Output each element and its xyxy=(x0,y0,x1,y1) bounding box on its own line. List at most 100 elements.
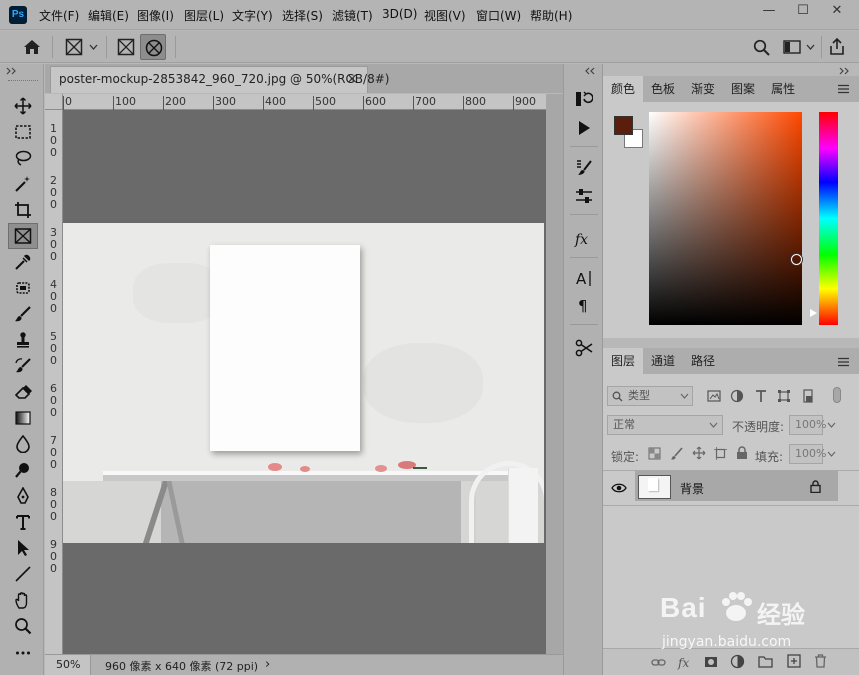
ruler-origin[interactable] xyxy=(45,94,63,110)
crop-tool[interactable] xyxy=(8,198,38,222)
eyedropper-tool[interactable] xyxy=(8,250,38,274)
workspace-icon[interactable] xyxy=(783,40,801,54)
lock-pixels-icon[interactable] xyxy=(671,447,684,460)
layer-mask-icon[interactable] xyxy=(704,655,718,669)
frame-tool[interactable] xyxy=(8,223,38,249)
tab-layers[interactable]: 图层 xyxy=(603,348,644,374)
character-panel-button[interactable]: A xyxy=(572,266,596,290)
adjustment-filter-icon[interactable] xyxy=(730,389,744,403)
share-icon[interactable] xyxy=(828,37,846,56)
adjustments-button[interactable] xyxy=(572,184,596,208)
move-tool[interactable] xyxy=(8,94,38,118)
spot-healing-tool[interactable] xyxy=(8,276,38,300)
tab-gradients[interactable]: 渐变 xyxy=(683,76,723,102)
adjustment-layer-icon[interactable] xyxy=(730,654,745,669)
close-window-button[interactable]: ✕ xyxy=(820,0,854,22)
tab-color[interactable]: 颜色 xyxy=(603,76,644,102)
minimize-button[interactable]: — xyxy=(752,0,786,22)
menu-select[interactable]: 选择(S) xyxy=(282,7,323,24)
marquee-tool[interactable] xyxy=(8,120,38,144)
gradient-tool[interactable] xyxy=(8,406,38,430)
eraser-tool[interactable] xyxy=(8,380,38,404)
chevron-down-icon[interactable] xyxy=(89,43,98,51)
chevron-down-icon[interactable] xyxy=(827,422,836,429)
blur-tool[interactable] xyxy=(8,432,38,456)
layer-row[interactable]: 背景 xyxy=(603,471,859,506)
frame-tool-preset-icon[interactable] xyxy=(65,38,83,56)
tab-properties[interactable]: 属性 xyxy=(763,76,803,102)
menu-view[interactable]: 视图(V) xyxy=(424,7,466,24)
pixel-layer-filter-icon[interactable] xyxy=(707,389,721,403)
blend-mode-select[interactable]: 正常 xyxy=(607,415,723,435)
lasso-tool[interactable] xyxy=(8,146,38,170)
vertical-scrollbar[interactable] xyxy=(546,94,563,654)
pen-tool[interactable] xyxy=(8,484,38,508)
status-menu-arrow[interactable]: › xyxy=(265,657,270,672)
color-field[interactable] xyxy=(649,112,802,325)
link-layers-icon[interactable] xyxy=(651,657,666,668)
eye-icon[interactable] xyxy=(611,482,627,494)
brush-tool[interactable] xyxy=(8,302,38,326)
tool-presets-button[interactable] xyxy=(572,336,596,360)
styles-panel-button[interactable]: fx xyxy=(572,227,596,251)
menu-3d[interactable]: 3D(D) xyxy=(382,7,417,21)
chevron-down-icon[interactable] xyxy=(806,43,815,51)
layer-name[interactable]: 背景 xyxy=(680,480,704,497)
fill-input[interactable]: 100% xyxy=(789,444,826,464)
vertical-ruler[interactable]: 100200300400500600700800900 xyxy=(45,110,63,654)
line-tool[interactable] xyxy=(8,562,38,586)
menu-filter[interactable]: 滤镜(T) xyxy=(332,7,373,24)
rectangle-frame-icon[interactable] xyxy=(117,38,135,56)
menu-layer[interactable]: 图层(L) xyxy=(184,7,224,24)
type-filter-icon[interactable] xyxy=(754,389,768,403)
brush-settings-button[interactable] xyxy=(572,155,596,179)
maximize-button[interactable]: ☐ xyxy=(786,0,820,22)
menu-type[interactable]: 文字(Y) xyxy=(232,7,273,24)
magic-wand-tool[interactable] xyxy=(8,172,38,196)
ellipse-frame-button[interactable] xyxy=(140,34,166,60)
search-icon[interactable] xyxy=(753,39,770,56)
lock-transparent-icon[interactable] xyxy=(648,447,661,460)
filter-toggle[interactable] xyxy=(833,387,841,403)
paragraph-panel-button[interactable]: ¶ xyxy=(572,293,596,317)
collapse-arrows-icon[interactable] xyxy=(584,67,598,75)
tab-patterns[interactable]: 图案 xyxy=(723,76,763,102)
collapse-arrows-icon[interactable] xyxy=(6,67,20,75)
history-panel-button[interactable] xyxy=(572,87,596,111)
trash-icon[interactable] xyxy=(814,654,827,668)
tab-channels[interactable]: 通道 xyxy=(643,348,683,374)
dodge-tool[interactable] xyxy=(8,458,38,482)
more-tools-button[interactable] xyxy=(8,640,38,664)
new-layer-icon[interactable] xyxy=(787,654,801,668)
shape-filter-icon[interactable] xyxy=(777,389,791,403)
zoom-field[interactable]: 50% xyxy=(45,655,91,675)
document-tab[interactable]: poster-mockup-2853842_960_720.jpg @ 50%(… xyxy=(50,66,389,93)
menu-file[interactable]: 文件(F) xyxy=(39,7,79,24)
menu-image[interactable]: 图像(I) xyxy=(137,7,174,24)
horizontal-ruler[interactable]: 0 100 200 300 400 500 600 700 800 900 xyxy=(63,94,546,110)
history-brush-tool[interactable] xyxy=(8,354,38,378)
foreground-color-swatch[interactable] xyxy=(614,116,633,135)
menu-help[interactable]: 帮助(H) xyxy=(530,7,572,24)
tab-swatches[interactable]: 色板 xyxy=(643,76,683,102)
lock-artboard-icon[interactable] xyxy=(714,447,727,460)
type-tool[interactable] xyxy=(8,510,38,534)
opacity-input[interactable]: 100% xyxy=(789,415,826,435)
home-icon[interactable] xyxy=(23,39,41,55)
smart-object-filter-icon[interactable] xyxy=(801,389,815,403)
clone-stamp-tool[interactable] xyxy=(8,328,38,352)
color-picker-cursor[interactable] xyxy=(791,254,802,265)
zoom-tool[interactable] xyxy=(8,614,38,638)
group-folder-icon[interactable] xyxy=(758,655,773,668)
menu-edit[interactable]: 编辑(E) xyxy=(88,7,129,24)
hue-slider-marker[interactable] xyxy=(810,309,817,317)
lock-position-icon[interactable] xyxy=(692,446,706,460)
panel-menu-icon[interactable] xyxy=(837,357,850,367)
actions-panel-button[interactable] xyxy=(572,116,596,140)
hand-tool[interactable] xyxy=(8,588,38,612)
chevron-down-icon[interactable] xyxy=(827,451,836,458)
menu-window[interactable]: 窗口(W) xyxy=(476,7,521,24)
document-tab-close-button[interactable]: × xyxy=(346,67,358,92)
panel-menu-icon[interactable] xyxy=(837,84,850,94)
hue-slider[interactable] xyxy=(819,112,838,325)
